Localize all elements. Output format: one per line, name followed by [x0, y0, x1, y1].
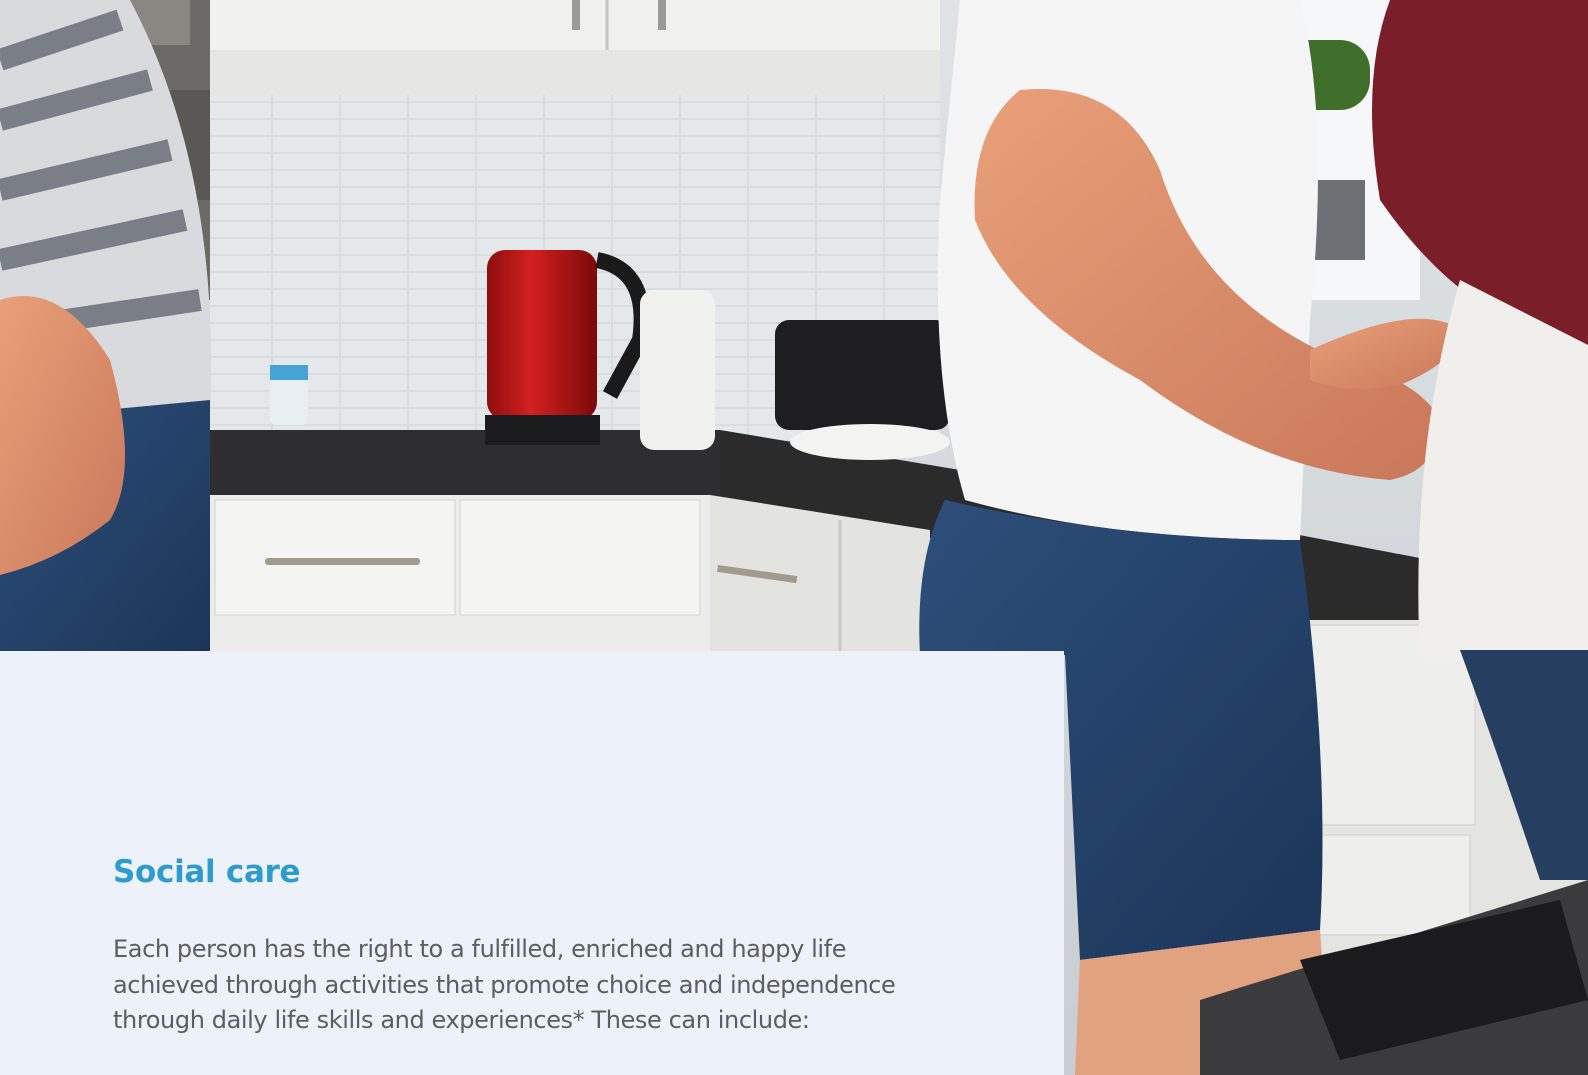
text-panel: Social care Each person has the right to…: [0, 651, 1064, 1075]
body-line: Each person has the right to a fulfilled…: [113, 935, 847, 963]
body-line: achieved through activities that promote…: [113, 970, 896, 999]
section-body: Each person has the right to a fulfilled…: [113, 932, 1043, 1039]
body-line: through daily life skills and experience…: [113, 1006, 810, 1034]
section-heading: Social care: [113, 854, 301, 890]
